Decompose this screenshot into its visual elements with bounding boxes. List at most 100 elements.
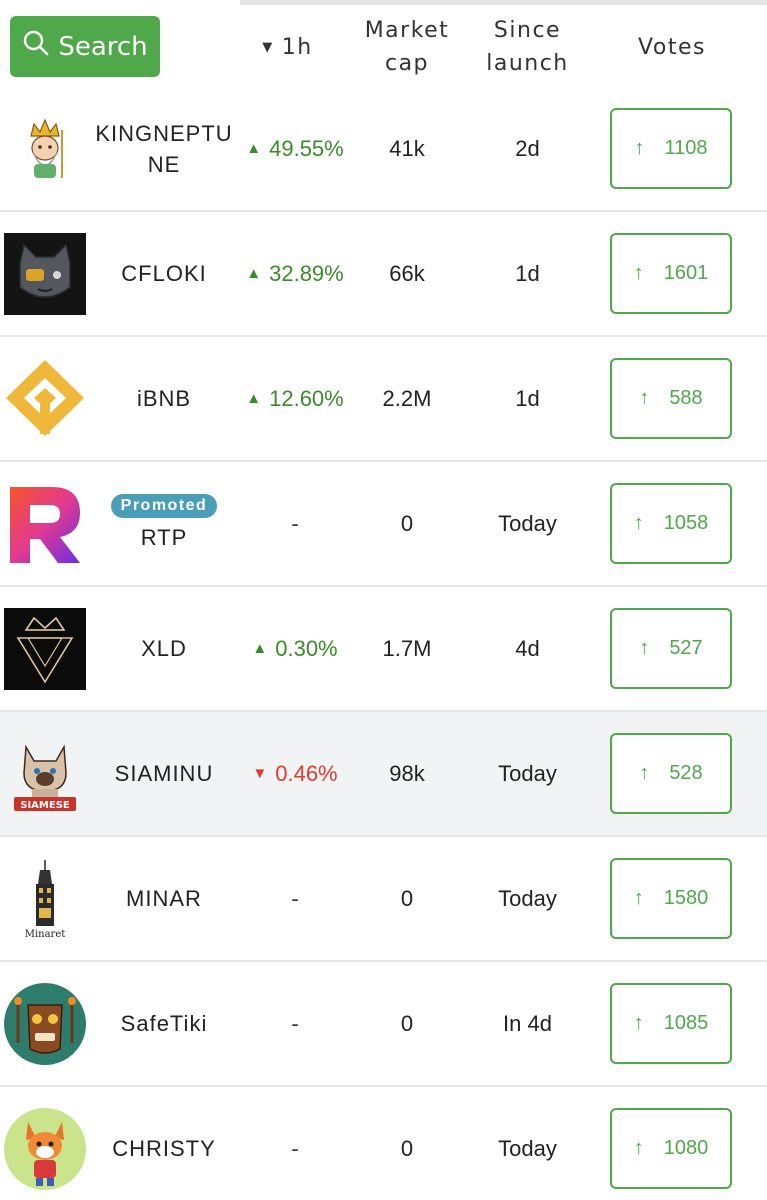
christy-fox-icon	[4, 1108, 86, 1190]
search-icon	[22, 29, 50, 64]
vote-count: 1601	[663, 262, 709, 284]
ibnb-diamond-icon	[4, 358, 86, 440]
vote-count: 527	[669, 637, 703, 659]
upvote-button[interactable]: ↑ 1601	[610, 233, 732, 314]
since-launch: 1d	[515, 260, 540, 286]
change-1h: ▲ 49.55%	[246, 135, 344, 161]
upvote-button[interactable]: ↑ 527	[610, 608, 732, 689]
coin-list: KINGNEPTUNE ▲ 49.55% 41k 2d ↑ 1108 CFLOKI …	[0, 87, 767, 1200]
coin-name-cell: iBNB	[92, 337, 236, 460]
upvote-button[interactable]: ↑ 528	[610, 733, 732, 814]
since-launch: Today	[498, 510, 557, 536]
coin-name: KINGNEPTUNE	[95, 120, 233, 177]
upvote-button[interactable]: ↑ 1085	[610, 983, 732, 1064]
coin-name: CFLOKI	[121, 261, 207, 286]
xld-crown-icon	[4, 608, 86, 690]
vote-count: 1080	[663, 1137, 709, 1159]
change-1h: -	[291, 1135, 299, 1161]
svg-text:SIAMESE: SIAMESE	[20, 800, 70, 811]
coin-name-cell: SafeTiki	[92, 962, 236, 1085]
since-launch: 1d	[515, 385, 540, 411]
vote-count: 588	[669, 387, 703, 409]
triangle-up-icon: ▲	[252, 640, 268, 657]
market-cap: 98k	[389, 760, 425, 786]
table-row[interactable]: XLD ▲ 0.30% 1.7M 4d ↑ 527	[0, 587, 767, 712]
table-row[interactable]: Promoted RTP - 0 Today ↑ 1058	[0, 462, 767, 587]
vote-count: 528	[669, 762, 703, 784]
change-1h: ▲ 12.60%	[246, 385, 344, 411]
rtp-r-icon	[4, 483, 86, 565]
upvote-button[interactable]: ↑ 1108	[610, 108, 732, 189]
table-row[interactable]: KINGNEPTUNE ▲ 49.55% 41k 2d ↑ 1108	[0, 87, 767, 212]
safetiki-mask-icon	[4, 983, 86, 1065]
coin-name: iBNB	[136, 386, 192, 411]
table-row[interactable]: SIAMESE SIAMINU ▼ 0.46% 98k Today ↑ 528	[0, 712, 767, 837]
upvote-button[interactable]: ↑ 1080	[610, 1108, 732, 1189]
market-cap: 2.2M	[382, 385, 432, 411]
market-cap: 66k	[389, 260, 425, 286]
table-row[interactable]: SafeTiki - 0 In 4d ↑ 1085	[0, 962, 767, 1087]
table-row[interactable]: iBNB ▲ 12.60% 2.2M 1d ↑ 588	[0, 337, 767, 462]
coin-name: XLD	[141, 636, 187, 661]
upvote-button[interactable]: ↑ 1058	[610, 483, 732, 564]
triangle-up-icon: ▲	[246, 140, 262, 157]
sort-desc-icon: ▼	[262, 40, 274, 55]
cfloki-cat-icon	[4, 233, 86, 315]
upvote-button[interactable]: ↑ 588	[610, 358, 732, 439]
arrow-up-icon: ↑	[634, 137, 645, 159]
column-header-votes[interactable]: Votes	[612, 31, 732, 64]
triangle-up-icon: ▲	[246, 390, 262, 407]
king-neptune-icon	[4, 108, 86, 190]
promoted-badge: Promoted	[110, 494, 218, 518]
vote-count: 1085	[663, 1012, 709, 1034]
market-cap: 0	[400, 885, 414, 911]
since-launch: Today	[498, 760, 557, 786]
change-1h: ▼ 0.46%	[252, 760, 338, 786]
change-1h: ▲ 32.89%	[246, 260, 344, 286]
coin-name: CHRISTY	[112, 1136, 216, 1161]
change-1h: ▲ 0.30%	[252, 635, 338, 661]
market-cap: 1.7M	[382, 635, 432, 661]
arrow-up-icon: ↑	[639, 762, 650, 784]
coin-name: RTP	[140, 525, 188, 550]
table-row[interactable]: CFLOKI ▲ 32.89% 66k 1d ↑ 1601	[0, 212, 767, 337]
since-launch: Today	[498, 1135, 557, 1161]
coin-name: SIAMINU	[114, 761, 214, 786]
arrow-up-icon: ↑	[633, 262, 644, 284]
coin-name: SafeTiki	[120, 1011, 208, 1036]
arrow-up-icon: ↑	[633, 512, 644, 534]
column-header-since-launch[interactable]: Since launch	[470, 14, 585, 80]
siamese-cat-icon: SIAMESE	[4, 733, 86, 815]
search-button[interactable]: Search	[10, 16, 160, 77]
market-cap: 0	[400, 1010, 414, 1036]
upvote-button[interactable]: ↑ 1580	[610, 858, 732, 939]
arrow-up-icon: ↑	[639, 387, 650, 409]
coin-name-cell: MINAR	[92, 837, 236, 960]
arrow-up-icon: ↑	[633, 1012, 644, 1034]
table-row[interactable]: Minaret MINAR - 0 Today ↑ 1580	[0, 837, 767, 962]
triangle-down-icon: ▼	[252, 765, 268, 782]
market-cap: 0	[400, 1135, 414, 1161]
vote-count: 1108	[664, 137, 708, 159]
minaret-tower-icon: Minaret	[4, 858, 86, 940]
coin-name-cell: KINGNEPTUNE	[92, 87, 236, 210]
arrow-up-icon: ↑	[633, 1137, 644, 1159]
triangle-up-icon: ▲	[246, 265, 262, 282]
column-header-1h[interactable]: ▼ 1h	[240, 31, 335, 64]
since-launch: 4d	[515, 635, 540, 661]
coin-name-cell: CFLOKI	[92, 212, 236, 335]
change-1h: -	[291, 885, 299, 911]
arrow-up-icon: ↑	[639, 637, 650, 659]
arrow-up-icon: ↑	[633, 887, 644, 909]
coin-name-cell: Promoted RTP	[92, 462, 236, 585]
change-1h: -	[291, 1010, 299, 1036]
table-header: Search ▼ 1h Market cap Since launch Votes	[0, 0, 767, 96]
table-row[interactable]: CHRISTY - 0 Today ↑ 1080	[0, 1087, 767, 1200]
column-header-market-cap[interactable]: Market cap	[352, 14, 462, 80]
change-1h: -	[291, 510, 299, 536]
since-launch: 2d	[515, 135, 540, 161]
vote-count: 1580	[663, 887, 709, 909]
coin-name: MINAR	[126, 886, 202, 911]
market-cap: 0	[400, 510, 414, 536]
coin-name-cell: XLD	[92, 587, 236, 710]
